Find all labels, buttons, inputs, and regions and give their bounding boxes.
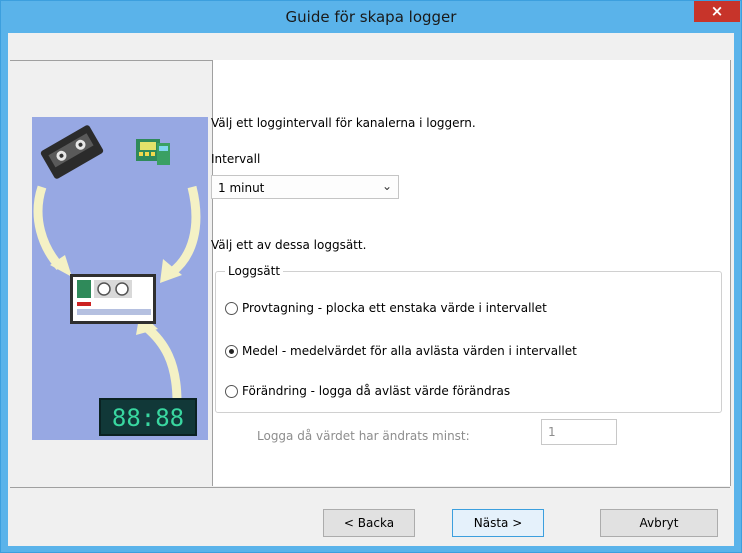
radio-change-label: Förändring - logga då avläst värde förän… <box>242 384 511 398</box>
radio-average-label: Medel - medelvärdet för alla avlästa vär… <box>242 344 577 358</box>
radio-sampling-label: Provtagning - plocka ett enstaka värde i… <box>242 301 547 315</box>
next-button[interactable]: Nästa > <box>452 509 544 537</box>
title-bar: Guide för skapa logger × <box>1 1 741 33</box>
interval-value: 1 minut <box>218 181 265 195</box>
digital-clock-icon: 88:88 <box>99 398 197 436</box>
recorder-icon <box>70 274 156 324</box>
interval-label: Intervall <box>211 152 260 166</box>
change-threshold-label: Logga då värdet har ändrats minst: <box>257 429 470 443</box>
interval-select[interactable]: 1 minut ⌄ <box>211 175 399 199</box>
change-threshold-input[interactable]: 1 <box>541 419 617 445</box>
back-button[interactable]: < Backa <box>323 509 415 537</box>
window-title: Guide för skapa logger <box>285 8 457 26</box>
wizard-window: Guide för skapa logger × 88:88 Välj ett … <box>0 0 742 553</box>
intro-text: Välj ett loggintervall för kanalerna i l… <box>211 116 476 130</box>
chevron-down-icon: ⌄ <box>381 179 392 193</box>
radio-average[interactable]: Medel - medelvärdet för alla avlästa vär… <box>225 344 577 358</box>
log-mode-group-label: Loggsätt <box>225 264 284 278</box>
mode-intro-text: Välj ett av dessa loggsätt. <box>211 238 367 252</box>
close-button[interactable]: × <box>694 1 740 22</box>
radio-change[interactable]: Förändring - logga då avläst värde förän… <box>225 384 510 398</box>
radio-average-button[interactable] <box>225 344 238 358</box>
clock-display: 88:88 <box>112 404 184 432</box>
radio-sampling-button[interactable] <box>225 301 238 315</box>
cancel-button[interactable]: Avbryt <box>600 509 718 537</box>
cassette-icon <box>40 125 104 179</box>
radio-change-button[interactable] <box>225 384 238 398</box>
radio-sampling[interactable]: Provtagning - plocka ett enstaka värde i… <box>225 301 547 315</box>
multimeter-icon <box>136 139 170 165</box>
interval-label-text: Intervall <box>211 152 261 166</box>
wizard-illustration: 88:88 <box>32 117 208 440</box>
